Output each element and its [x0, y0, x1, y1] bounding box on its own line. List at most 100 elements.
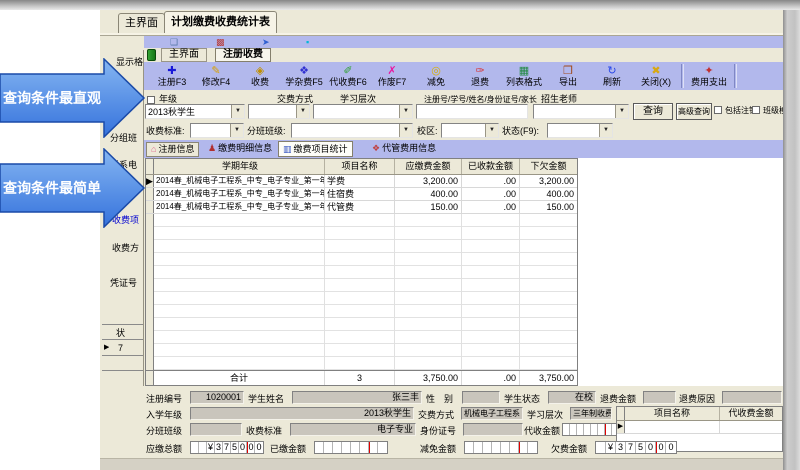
refresh-button[interactable]: ↻ 刷新: [590, 65, 634, 87]
cell-semester: 2014春_机械电子工程系_中专_电子专业_第一年: [154, 175, 325, 187]
chevron-down-icon[interactable]: ▼: [599, 124, 612, 137]
table-row[interactable]: 2014春_机械电子工程系_中专_电子专业_第一年 代管费 150.00 .00…: [146, 201, 577, 214]
chevron-down-icon[interactable]: ▼: [399, 105, 412, 118]
modify-button[interactable]: ✎ 修改F4: [194, 65, 238, 87]
money-icon: ✦: [687, 65, 731, 77]
refresh-icon: ↻: [590, 65, 634, 77]
left-strip-label: 凭证号: [110, 278, 137, 288]
chevron-down-icon[interactable]: ▼: [615, 105, 628, 118]
chevron-down-icon[interactable]: ▼: [485, 124, 498, 137]
tab-custodial-fee-info[interactable]: ❖代管费用信息: [368, 142, 440, 157]
main-toolbar: ✚ 注册F3 ✎ 修改F4 ◈ 收费 ❖ 学杂费F5 ✐ 代收费F6 ✗ 作废F…: [144, 62, 783, 90]
person-icon: ♟: [208, 143, 216, 153]
left-strip-label: 状: [116, 328, 125, 338]
study-level-select[interactable]: ▼: [313, 104, 413, 119]
collect-fee-button[interactable]: ✐ 代收费F6: [326, 65, 370, 87]
enroll-grade-label: 入学年级: [146, 410, 182, 420]
tab-main-screen[interactable]: 主界面: [118, 13, 165, 34]
left-strip-label: 收费方: [112, 243, 139, 253]
digit-cell: [351, 442, 360, 453]
digit-cell: 5: [636, 442, 646, 453]
grade-checkbox[interactable]: [147, 96, 155, 104]
tab-registration-info[interactable]: ⌂注册信息: [146, 142, 199, 157]
button-label: 作废F7: [370, 77, 414, 87]
digit-cell: 3: [215, 442, 223, 453]
total-due: 3,750.00: [395, 371, 462, 385]
charge-button[interactable]: ◈ 收费: [238, 65, 282, 87]
tab-planned-fee-report[interactable]: 计划缴费收费统计表: [164, 11, 277, 34]
chevron-down-icon[interactable]: ▼: [231, 105, 244, 118]
total-due-grid[interactable]: ¥375000: [190, 441, 264, 454]
left-strip-label: 7: [118, 343, 123, 353]
total-owed: 3,750.00: [520, 371, 577, 385]
col-semester: 学期年级: [154, 159, 325, 174]
fee-standard-select[interactable]: ▼: [190, 123, 244, 138]
teacher-label: 招生老师: [541, 94, 577, 104]
payment-method-label: 交费方式: [277, 94, 313, 104]
enroll-grade-field: 2013秋学生: [190, 407, 414, 420]
document-icon[interactable]: ❑: [170, 36, 178, 48]
void-button[interactable]: ✗ 作废F7: [370, 65, 414, 87]
chevron-down-icon[interactable]: ▼: [296, 105, 309, 118]
green-book-icon: [147, 49, 156, 61]
refund-button[interactable]: ✑ 退费: [458, 65, 502, 87]
cell-owed: 150.00: [520, 201, 577, 213]
digit-cell: [378, 442, 387, 453]
digit-cell: 0: [666, 442, 676, 453]
search-input[interactable]: [416, 104, 528, 119]
table-row[interactable]: ▶ 2014春_机械电子工程系_中专_电子专业_第一年 学费 3,200.00 …: [146, 175, 577, 188]
total-received: .00: [462, 371, 520, 385]
waive-amount-grid[interactable]: [464, 441, 538, 454]
table-row[interactable]: ▶: [617, 421, 782, 434]
class-fuzzy-checkbox[interactable]: [752, 106, 760, 114]
collect-amount-grid[interactable]: [562, 423, 620, 436]
include-cancelled-checkbox[interactable]: [714, 106, 722, 114]
reduction-button[interactable]: ◎ 减免: [414, 65, 458, 87]
gender-field: [462, 391, 500, 404]
table-row[interactable]: 2014春_机械电子工程系_中专_电子专业_第一年 住宿费 400.00 .00…: [146, 188, 577, 201]
fee-standard-form-label: 收费标准: [246, 426, 282, 436]
arrow-icon[interactable]: ➤: [262, 36, 270, 48]
grade-select[interactable]: 2013秋学生 ▼: [145, 104, 245, 119]
cell-due: 400.00: [395, 188, 462, 200]
window-top-shadow: [0, 0, 800, 10]
payment-method-select[interactable]: ▼: [248, 104, 310, 119]
button-label: 刷新: [590, 77, 634, 87]
student-name-label: 学生姓名: [248, 394, 284, 404]
status-select[interactable]: ▼: [547, 123, 613, 138]
paid-amount-grid[interactable]: [314, 441, 388, 454]
digit-cell: [324, 442, 333, 453]
tab-payment-item-stats[interactable]: ▥缴费项目统计: [278, 141, 353, 157]
list-format-button[interactable]: ▦ 列表格式: [502, 65, 546, 87]
chevron-down-icon[interactable]: ▼: [230, 124, 243, 137]
expense-button[interactable]: ✦ 费用支出: [687, 65, 731, 87]
campus-select[interactable]: ▼: [441, 123, 499, 138]
inner-tab-register-fee[interactable]: 注册收费: [215, 48, 271, 62]
collect-amount-label: 代收金额: [524, 426, 560, 436]
export-button[interactable]: ❒ 导出: [546, 65, 590, 87]
owed-amount-grid[interactable]: ¥375000: [595, 441, 677, 454]
register-button[interactable]: ✚ 注册F3: [150, 65, 194, 87]
payment-items-grid[interactable]: 学期年级 项目名称 应缴费金额 已收款金额 下欠金额 ▶ 2014春_机械电子工…: [145, 158, 578, 386]
inner-tab-main[interactable]: 主界面: [161, 48, 207, 62]
query-button[interactable]: 查询: [633, 103, 673, 120]
close-button[interactable]: ✖ 关闭(X): [634, 65, 678, 87]
image-icon[interactable]: ▩: [216, 36, 225, 48]
col-collect-amount: 代收费金额: [720, 407, 782, 420]
chevron-down-icon[interactable]: ▼: [399, 124, 412, 137]
window-bottom-edge: [100, 458, 783, 470]
grid-header-row: 学期年级 项目名称 应缴费金额 已收款金额 下欠金额: [146, 159, 577, 175]
button-label: 代收费F6: [326, 77, 370, 87]
grid-total-row: 合计 3 3,750.00 .00 3,750.00: [146, 370, 577, 385]
teacher-select[interactable]: ▼: [533, 104, 629, 119]
paid-amount-label: 已缴金额: [270, 444, 306, 454]
digit-cell: [584, 424, 591, 435]
tab-payment-detail[interactable]: ♟缴费明细信息: [204, 142, 276, 157]
tab-label: 代管费用信息: [382, 143, 436, 153]
class-select[interactable]: ▼: [291, 123, 413, 138]
digit-cell: [577, 424, 584, 435]
marker-icon[interactable]: ▪: [306, 36, 309, 48]
bulb-icon: ◎: [414, 65, 458, 77]
tuition-button[interactable]: ❖ 学杂费F5: [282, 65, 326, 87]
advanced-query-button[interactable]: 高级查询: [676, 103, 712, 120]
